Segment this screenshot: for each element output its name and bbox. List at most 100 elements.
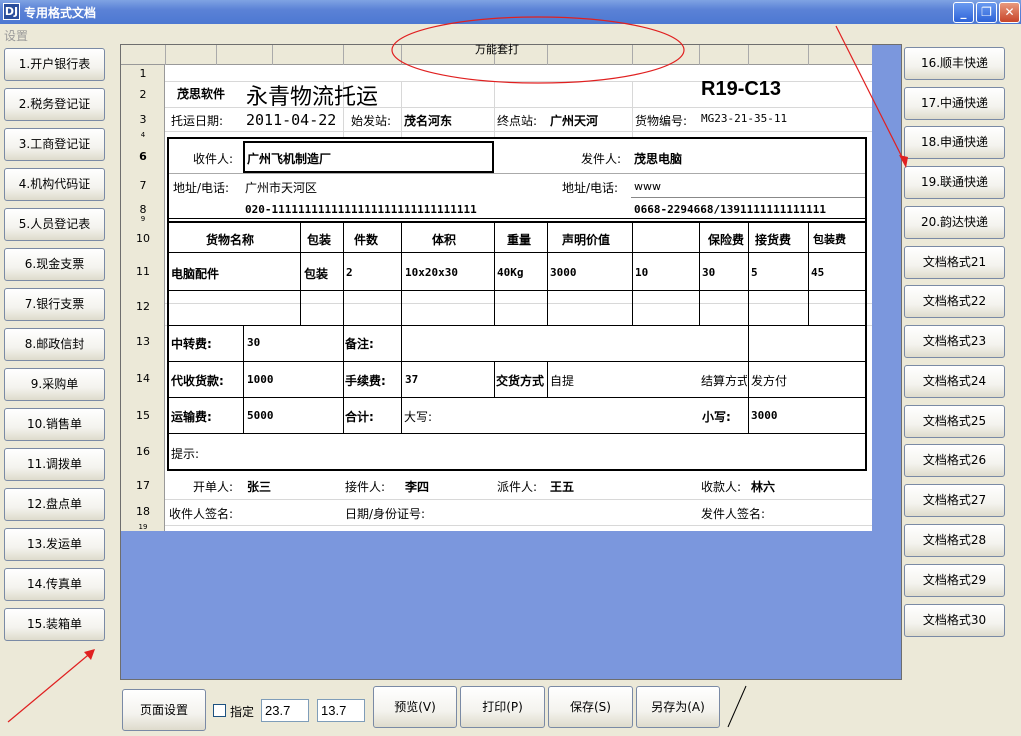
window-title: 专用格式文档 xyxy=(24,6,97,20)
doc-button-23[interactable]: 文档格式23 xyxy=(904,325,1005,358)
minimize-button[interactable]: _ xyxy=(953,2,974,23)
doc-button-26[interactable]: 文档格式26 xyxy=(904,444,1005,477)
row-number: 11 xyxy=(136,265,150,278)
doc-button-16[interactable]: 16.顺丰快递 xyxy=(904,47,1005,80)
doc-button-18[interactable]: 18.申通快递 xyxy=(904,126,1005,159)
settle-method: 发方付 xyxy=(751,374,788,388)
sender-addr-label: 地址/电话: xyxy=(562,181,619,195)
doc-button-7[interactable]: 7.银行支票 xyxy=(4,288,105,321)
goods-delivery-fee: 45 xyxy=(811,266,825,279)
doc-button-28[interactable]: 文档格式28 xyxy=(904,524,1005,557)
doc-button-11[interactable]: 11.调拨单 xyxy=(4,448,105,481)
receiver-sign-label: 收件人签名: xyxy=(169,507,234,521)
th-insurance: 保险费 xyxy=(708,233,745,247)
row-number: 17 xyxy=(136,479,150,492)
doc-button-20[interactable]: 20.韵达快递 xyxy=(904,206,1005,239)
goods-name: 电脑配件 xyxy=(171,267,220,281)
row-number: 1 xyxy=(139,67,147,80)
doc-button-3[interactable]: 3.工商登记证 xyxy=(4,128,105,161)
dispatch-name: 王五 xyxy=(550,480,575,494)
goods-declared-value: 3000 xyxy=(550,266,577,279)
row-number: 4 xyxy=(140,131,146,139)
doc-button-13[interactable]: 13.发运单 xyxy=(4,528,105,561)
row-number: 7 xyxy=(139,179,147,192)
spreadsheet[interactable]: 万能套打 1 2 3 4 6 7 8 9 10 11 12 13 14 15 1… xyxy=(121,43,872,531)
pickup-name: 李四 xyxy=(405,480,430,494)
specify-label: 指定 xyxy=(230,705,255,719)
remark-label: 备注: xyxy=(345,337,374,351)
goods-weight: 40Kg xyxy=(497,266,524,279)
close-button[interactable]: ✕ xyxy=(999,2,1020,23)
date-id-label: 日期/身份证号: xyxy=(345,507,426,521)
row-number: 13 xyxy=(136,335,150,348)
preview-button[interactable]: 预览(V) xyxy=(373,686,457,728)
sender-phone: 0668-2294668/1391111111111111 xyxy=(634,203,827,216)
app-icon: DJ xyxy=(3,3,20,20)
doc-button-8[interactable]: 8.邮政信封 xyxy=(4,328,105,361)
doc-button-1[interactable]: 1.开户银行表 xyxy=(4,48,105,81)
goods-pickup-fee: 30 xyxy=(702,266,716,279)
transfer-fee: 30 xyxy=(247,336,261,349)
th-declared-value: 声明价值 xyxy=(562,233,611,247)
sender-label: 发件人: xyxy=(581,152,622,166)
annotation-arrow-left xyxy=(7,650,94,723)
doc-button-10[interactable]: 10.销售单 xyxy=(4,408,105,441)
total-label: 合计: xyxy=(345,410,374,424)
doc-button-12[interactable]: 12.盘点单 xyxy=(4,488,105,521)
bottom-toolbar: 页面设置 指定 23.7 13.7 预览(V) 打印(P) 保存(S) 另存为(… xyxy=(120,681,902,736)
row-number: 19 xyxy=(138,523,148,531)
delivery-method: 自提 xyxy=(550,374,575,388)
sender-sign-label: 发件人签名: xyxy=(701,507,766,521)
issuer-label: 开单人: xyxy=(193,480,234,494)
doc-button-30[interactable]: 文档格式30 xyxy=(904,604,1005,637)
doc-button-27[interactable]: 文档格式27 xyxy=(904,484,1005,517)
doc-button-15[interactable]: 15.装箱单 xyxy=(4,608,105,641)
freight-fee: 5000 xyxy=(247,409,274,422)
doc-button-14[interactable]: 14.传真单 xyxy=(4,568,105,601)
doc-button-5[interactable]: 5.人员登记表 xyxy=(4,208,105,241)
doc-button-21[interactable]: 文档格式21 xyxy=(904,246,1005,279)
row-number: 9 xyxy=(140,215,146,223)
doc-button-29[interactable]: 文档格式29 xyxy=(904,564,1005,597)
doc-button-22[interactable]: 文档格式22 xyxy=(904,285,1005,318)
goods-insurance: 10 xyxy=(635,266,649,279)
goods-package: 包装 xyxy=(304,267,329,281)
pickup-label: 接件人: xyxy=(345,480,386,494)
offset-x-input[interactable]: 23.7 xyxy=(261,699,309,722)
row-number: 10 xyxy=(136,232,150,245)
save-button[interactable]: 保存(S) xyxy=(548,686,633,728)
doc-button-4[interactable]: 4.机构代码证 xyxy=(4,168,105,201)
doc-button-17[interactable]: 17.中通快递 xyxy=(904,87,1005,120)
save-as-button[interactable]: 另存为(A) xyxy=(636,686,720,728)
th-goods-name: 货物名称 xyxy=(206,233,255,247)
ship-date: 2011-04-22 xyxy=(246,111,337,129)
doc-button-24[interactable]: 文档格式24 xyxy=(904,365,1005,398)
doc-button-25[interactable]: 文档格式25 xyxy=(904,405,1005,438)
doc-button-2[interactable]: 2.税务登记证 xyxy=(4,88,105,121)
dest-label: 终点站: xyxy=(497,114,538,128)
specify-checkbox[interactable] xyxy=(213,704,226,717)
restore-button[interactable]: ❐ xyxy=(976,2,997,23)
page-setup-button[interactable]: 页面设置 xyxy=(122,689,206,731)
receiver-addr-label: 地址/电话: xyxy=(173,181,230,195)
doc-button-9[interactable]: 9.采购单 xyxy=(4,368,105,401)
menu-settings[interactable]: 设置 xyxy=(4,27,28,44)
amount-words-label: 大写: xyxy=(404,410,433,424)
row-number: 18 xyxy=(136,505,150,518)
annotation-arrowhead-left xyxy=(84,649,95,660)
row-number: 16 xyxy=(136,445,150,458)
doc-button-19[interactable]: 19.联通快递 xyxy=(904,166,1005,199)
offset-y-input[interactable]: 13.7 xyxy=(317,699,365,722)
delivery-label: 交货方式 xyxy=(496,374,545,388)
row-header: 1 2 3 4 6 7 8 9 10 11 12 13 14 15 16 17 … xyxy=(121,65,165,531)
company-name: 茂思软件 xyxy=(177,87,226,101)
sender-address: www xyxy=(634,180,661,193)
amount-figures: 3000 xyxy=(751,409,778,422)
receiver-name: 广州飞机制造厂 xyxy=(247,152,332,166)
doc-button-6[interactable]: 6.现金支票 xyxy=(4,248,105,281)
goods-number: MG23-21-35-11 xyxy=(701,112,788,125)
sender-name: 茂思电脑 xyxy=(634,152,683,166)
issuer-name: 张三 xyxy=(247,480,272,494)
print-button[interactable]: 打印(P) xyxy=(460,686,545,728)
freight-label: 运输费: xyxy=(171,410,212,424)
